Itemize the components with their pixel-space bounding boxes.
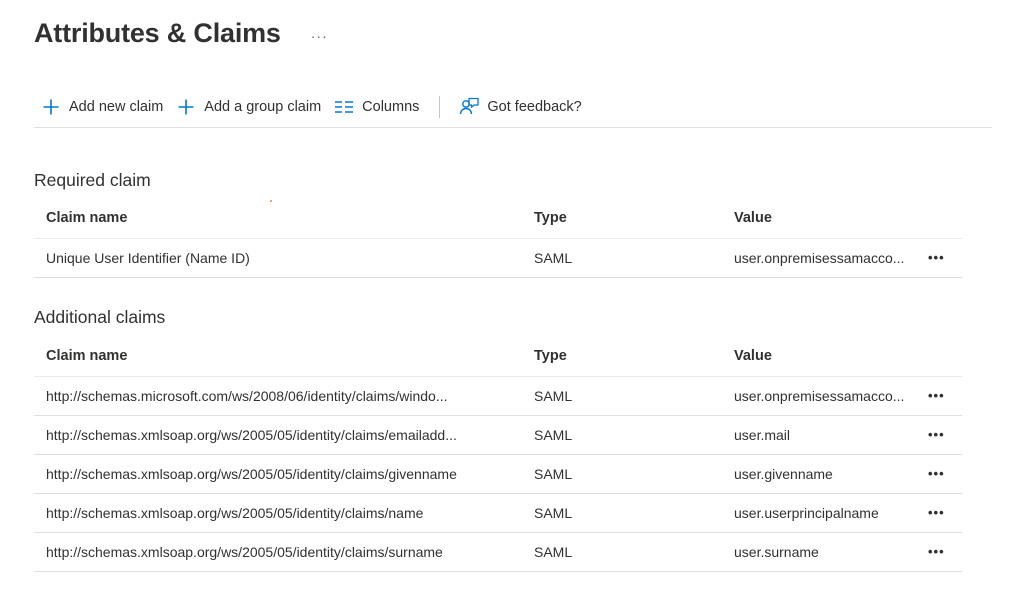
- column-header-type[interactable]: Type: [534, 337, 734, 377]
- row-more-options-button[interactable]: •••: [928, 454, 962, 494]
- column-header-actions: [928, 337, 962, 377]
- table-row[interactable]: http://schemas.microsoft.com/ws/2008/06/…: [34, 376, 962, 416]
- feedback-label: Got feedback?: [487, 98, 582, 115]
- column-header-claim-name[interactable]: Claim name: [34, 199, 534, 239]
- table-row[interactable]: http://schemas.xmlsoap.org/ws/2005/05/id…: [34, 493, 962, 533]
- column-header-actions: [928, 199, 962, 239]
- plus-icon: [40, 96, 62, 118]
- add-new-claim-button[interactable]: Add new claim: [34, 91, 169, 123]
- required-claims-table: Claim name Type Value Unique User Identi…: [34, 199, 962, 278]
- claim-value-cell: user.onpremisessamacco...: [734, 376, 928, 416]
- columns-icon: [333, 96, 355, 118]
- columns-label: Columns: [362, 98, 420, 115]
- claim-type-cell: SAML: [534, 238, 734, 278]
- claim-type-cell: SAML: [534, 454, 734, 494]
- row-more-options-button[interactable]: •••: [928, 238, 962, 278]
- claim-name-cell[interactable]: http://schemas.xmlsoap.org/ws/2005/05/id…: [34, 415, 534, 455]
- table-header-row: Claim name Type Value: [34, 199, 962, 239]
- claim-value-cell: user.surname: [734, 532, 928, 572]
- page-title: Attributes & Claims: [34, 18, 281, 48]
- claim-value-cell: user.mail: [734, 415, 928, 455]
- add-group-claim-button[interactable]: Add a group claim: [169, 91, 327, 123]
- more-options-button[interactable]: ···: [311, 28, 328, 44]
- claim-name-cell[interactable]: http://schemas.xmlsoap.org/ws/2005/05/id…: [34, 493, 534, 533]
- table-header-row: Claim name Type Value: [34, 337, 962, 377]
- claim-type-cell: SAML: [534, 532, 734, 572]
- feedback-button[interactable]: Got feedback?: [452, 91, 587, 123]
- row-more-options-button[interactable]: •••: [928, 376, 962, 416]
- claim-name-cell[interactable]: http://schemas.xmlsoap.org/ws/2005/05/id…: [34, 532, 534, 572]
- column-header-type[interactable]: Type: [534, 199, 734, 239]
- claim-type-cell: SAML: [534, 415, 734, 455]
- command-bar: Add new claim Add a group claim Columns …: [34, 88, 992, 128]
- feedback-icon: [458, 96, 480, 118]
- plus-icon: [175, 96, 197, 118]
- required-claim-heading: Required claim: [34, 170, 151, 190]
- row-more-options-button[interactable]: •••: [928, 415, 962, 455]
- claim-value-cell: user.givenname: [734, 454, 928, 494]
- additional-claims-table: Claim name Type Value http://schemas.mic…: [34, 337, 962, 572]
- column-header-value[interactable]: Value: [734, 199, 928, 239]
- add-group-claim-label: Add a group claim: [204, 98, 322, 115]
- table-row[interactable]: http://schemas.xmlsoap.org/ws/2005/05/id…: [34, 532, 962, 572]
- add-new-claim-label: Add new claim: [69, 98, 164, 115]
- claim-value-cell: user.userprincipalname: [734, 493, 928, 533]
- toolbar-divider: [439, 95, 441, 118]
- column-header-claim-name[interactable]: Claim name: [34, 337, 534, 377]
- table-row[interactable]: http://schemas.xmlsoap.org/ws/2005/05/id…: [34, 415, 962, 455]
- claim-type-cell: SAML: [534, 376, 734, 416]
- row-more-options-button[interactable]: •••: [928, 493, 962, 533]
- page-header: Attributes & Claims ···: [34, 18, 328, 49]
- additional-claims-heading: Additional claims: [34, 307, 166, 327]
- table-row[interactable]: http://schemas.xmlsoap.org/ws/2005/05/id…: [34, 454, 962, 494]
- claim-name-cell[interactable]: http://schemas.microsoft.com/ws/2008/06/…: [34, 376, 534, 416]
- column-header-value[interactable]: Value: [734, 337, 928, 377]
- claim-value-cell: user.onpremisessamacco...: [734, 238, 928, 278]
- row-more-options-button[interactable]: •••: [928, 532, 962, 572]
- columns-button[interactable]: Columns: [327, 91, 425, 123]
- claim-name-cell[interactable]: http://schemas.xmlsoap.org/ws/2005/05/id…: [34, 454, 534, 494]
- table-row[interactable]: Unique User Identifier (Name ID) SAML us…: [34, 238, 962, 278]
- claim-type-cell: SAML: [534, 493, 734, 533]
- claim-name-cell[interactable]: Unique User Identifier (Name ID): [34, 238, 534, 278]
